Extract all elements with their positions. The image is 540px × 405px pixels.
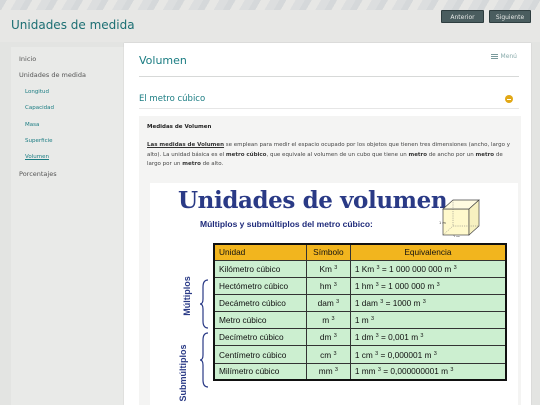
cell-equivalence: 1 Km 3 = 1 000 000 000 m 3 — [349, 259, 507, 278]
sidebar-item-inicio[interactable]: Inicio — [19, 55, 36, 63]
cell-equivalence: 1 m 3 — [349, 311, 507, 330]
cell-symbol: mm 3 — [305, 362, 351, 381]
para-text: de ancho por un — [427, 151, 476, 158]
cell-unit: Milímetro cúbico — [213, 362, 307, 381]
cell-symbol: hm 3 — [305, 276, 351, 295]
table-row: Centímetro cúbico cm 3 1 cm 3 = 0,000001… — [213, 345, 507, 364]
header-equivalencia: Equivalencia — [349, 243, 507, 261]
cell-symbol: dm 3 — [305, 328, 351, 347]
cell-symbol: m 3 — [305, 311, 351, 330]
cube-illustration: 1 m 1 m — [439, 199, 480, 237]
hamburger-icon — [490, 54, 498, 59]
section-divider — [139, 108, 519, 109]
units-table: Unidad Símbolo Equivalencia Kilómetro cú… — [213, 243, 507, 382]
menu-button[interactable]: Menú — [490, 53, 517, 60]
cell-unit: Centímetro cúbico — [213, 345, 307, 364]
cell-equivalence: 1 cm 3 = 0,000001 m 3 — [349, 345, 507, 364]
content-subtitle: Medidas de Volumen — [147, 124, 212, 130]
header-unidad: Unidad — [213, 243, 307, 261]
header-simbolo: Símbolo — [305, 243, 351, 261]
table-row: Kilómetro cúbico Km 3 1 Km 3 = 1 000 000… — [213, 259, 507, 278]
cell-unit: Decámetro cúbico — [213, 293, 307, 313]
cell-symbol: Km 3 — [305, 259, 351, 278]
top-banner: Unidades de medida Anterior Siguiente — [0, 0, 540, 42]
cell-unit: Hectómetro cúbico — [213, 276, 307, 295]
para-term-volumen: Las medidas de Volumen — [147, 142, 225, 148]
sidebar-item-unidades[interactable]: Unidades de medida — [19, 71, 86, 79]
figure-subtitle: Múltiplos y submúltiplos del metro cúbic… — [200, 219, 373, 229]
next-button[interactable]: Siguiente — [489, 10, 531, 23]
sidebar-item-longitud[interactable]: Longitud — [25, 89, 49, 95]
table-row: Hectómetro cúbico hm 3 1 hm 3 = 1 000 00… — [213, 276, 507, 295]
sidebar-item-capacidad[interactable]: Capacidad — [25, 105, 54, 111]
submultiples-label: Submúltiplos — [178, 344, 188, 402]
table-row: Decámetro cúbico dam 3 1 dam 3 = 1000 m … — [213, 293, 507, 313]
sidebar-item-superficie[interactable]: Superficie — [25, 138, 53, 144]
para-term-metro: metro — [408, 151, 428, 158]
section-title[interactable]: El metro cúbico — [139, 94, 205, 104]
para-term-metro: metro — [475, 151, 495, 158]
para-text: de alto. — [200, 161, 224, 167]
site-title[interactable]: Unidades de medida — [11, 18, 135, 32]
title-divider — [139, 76, 519, 77]
cell-equivalence: 1 mm 3 = 0,000000001 m 3 — [349, 362, 507, 381]
sidebar-item-masa[interactable]: Masa — [25, 122, 39, 128]
volume-units-figure: Unidades de volumen Múltiplos y submúlti… — [150, 183, 518, 405]
cell-symbol: cm 3 — [305, 345, 351, 364]
para-text: , que equivale al volumen de un cubo que… — [266, 151, 409, 158]
table-row: Metro cúbico m 3 1 m 3 — [213, 311, 507, 330]
sidebar-item-porcentajes[interactable]: Porcentajes — [19, 170, 57, 178]
cell-unit: Metro cúbico — [213, 311, 307, 330]
page-title: Volumen — [139, 54, 187, 67]
sidebar-nav: Inicio Unidades de medida Longitud Capac… — [11, 47, 124, 405]
section-content: Medidas de Volumen Las medidas de Volume… — [139, 116, 521, 405]
figure-title: Unidades de volumen — [178, 187, 448, 214]
cube-dim-label: 1 m — [439, 221, 446, 225]
cell-unit: Kilómetro cúbico — [213, 259, 307, 278]
cell-equivalence: 1 hm 3 = 1 000 000 m 3 — [349, 276, 507, 295]
para-term-metro: metro — [182, 161, 201, 167]
collapse-icon[interactable] — [505, 95, 513, 103]
menu-label: Menú — [500, 53, 517, 60]
cell-symbol: dam 3 — [305, 293, 351, 313]
previous-button[interactable]: Anterior — [441, 10, 484, 23]
cube-dim-label: 1 m — [453, 235, 460, 237]
main-panel: Volumen Menú El metro cúbico Medidas de … — [124, 43, 531, 405]
cell-equivalence: 1 dm 3 = 0,001 m 3 — [349, 328, 507, 347]
table-header-row: Unidad Símbolo Equivalencia — [213, 243, 507, 261]
multiples-brace — [199, 279, 209, 329]
multiples-label: Múltiplos — [182, 276, 192, 316]
cell-equivalence: 1 dam 3 = 1000 m 3 — [349, 293, 507, 313]
cell-unit: Decímetro cúbico — [213, 328, 307, 347]
sidebar-item-volumen[interactable]: Volumen — [25, 154, 49, 160]
para-term-metro-cubico: metro cúbico — [225, 151, 267, 158]
submultiples-brace — [199, 332, 209, 388]
content-paragraph: Las medidas de Volumen se emplean para m… — [147, 141, 517, 170]
banner-texture — [0, 0, 540, 10]
table-row: Milímetro cúbico mm 3 1 mm 3 = 0,0000000… — [213, 362, 507, 381]
table-row: Decímetro cúbico dm 3 1 dm 3 = 0,001 m 3 — [213, 328, 507, 347]
